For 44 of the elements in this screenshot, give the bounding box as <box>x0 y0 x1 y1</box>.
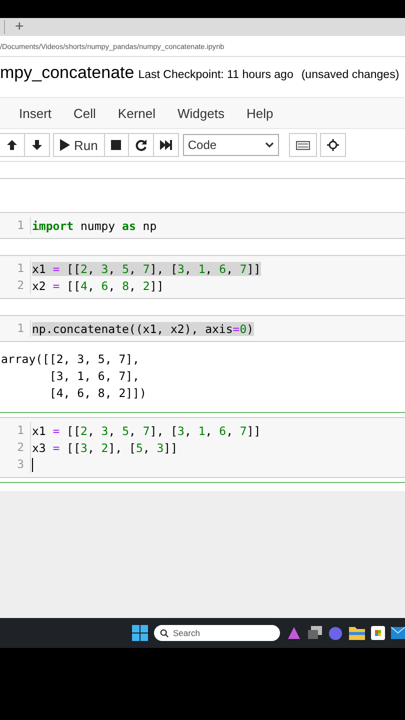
chevron-down-icon <box>264 142 274 148</box>
cell-type-dropdown[interactable]: Code <box>182 134 279 156</box>
move-down-button[interactable] <box>24 133 50 157</box>
restart-button[interactable] <box>128 133 154 157</box>
fast-forward-icon <box>160 140 172 150</box>
chat-icon <box>328 626 343 640</box>
taskbar-search-field[interactable]: Search <box>154 625 280 641</box>
move-up-button[interactable] <box>0 133 25 157</box>
notebook-title[interactable]: mpy_concatenate <box>0 63 134 83</box>
fast-forward-button[interactable] <box>152 133 179 157</box>
line-number: 1 <box>0 260 31 277</box>
keyboard-button[interactable] <box>288 133 317 157</box>
mail-icon <box>391 627 405 639</box>
line-number: 3 <box>0 456 31 473</box>
save-status: (unsaved changes) <box>301 69 400 81</box>
crosshair-button[interactable] <box>320 133 346 157</box>
new-tab-button[interactable]: + <box>11 19 28 35</box>
windows-start-icon <box>132 625 148 641</box>
menu-item[interactable]: Help <box>235 106 284 120</box>
search-icon <box>160 628 169 638</box>
windows-icon <box>308 626 322 640</box>
crosshair-icon <box>326 139 339 151</box>
menu-item[interactable]: Widgets <box>166 106 236 120</box>
line-number: 2 <box>0 277 31 294</box>
keyboard-icon <box>296 140 310 150</box>
run-button[interactable]: Run <box>53 133 105 157</box>
folder-icon <box>349 626 365 640</box>
menu-item[interactable]: Cell <box>62 106 107 120</box>
arrow-down-icon <box>31 139 43 151</box>
line-number: 1 <box>0 422 31 439</box>
line-number: 1 <box>0 320 31 337</box>
menu-item[interactable]: Kernel <box>106 106 166 120</box>
line-number: 1 <box>0 217 31 234</box>
stop-icon <box>111 140 122 150</box>
app-icon <box>286 625 302 641</box>
line-number: 2 <box>0 439 31 456</box>
checkpoint-text: Last Checkpoint: 11 hours ago <box>138 69 294 81</box>
menu-item[interactable]: Insert <box>8 106 63 120</box>
stop-button[interactable] <box>104 133 129 157</box>
cell-output: array([[2, 3, 5, 7], [3, 1, 6, 7], [4, 6, 8, 2]]) <box>0 351 148 402</box>
restart-icon <box>134 139 147 151</box>
store-icon <box>371 626 385 640</box>
play-icon <box>60 139 70 151</box>
arrow-up-icon <box>6 139 18 151</box>
